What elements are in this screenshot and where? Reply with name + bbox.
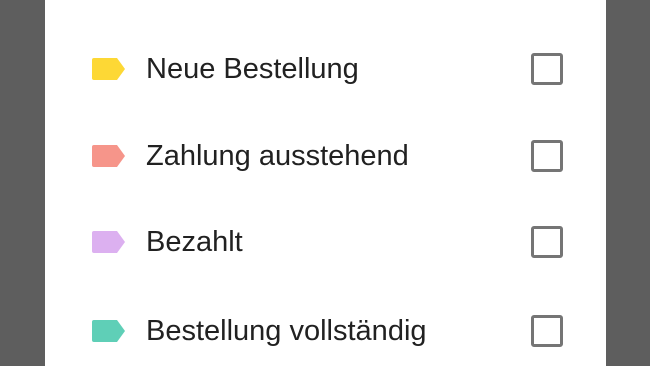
label-checkbox[interactable] bbox=[531, 315, 563, 347]
label-row-neue-bestellung[interactable]: Neue Bestellung bbox=[45, 39, 606, 99]
label-checkbox[interactable] bbox=[531, 53, 563, 85]
label-name: Bestellung vollständig bbox=[146, 315, 427, 347]
label-row-bestellung-vollstaendig[interactable]: Bestellung vollständig bbox=[45, 301, 606, 361]
label-name: Bezahlt bbox=[146, 226, 243, 258]
label-selection-dialog: Neue Bestellung Zahlung ausstehend Bezah… bbox=[45, 0, 606, 366]
label-checkbox[interactable] bbox=[531, 140, 563, 172]
label-tag-icon bbox=[92, 231, 125, 253]
label-tag-icon bbox=[92, 320, 125, 342]
label-name: Zahlung ausstehend bbox=[146, 140, 409, 172]
label-tag-icon bbox=[92, 58, 125, 80]
label-row-bezahlt[interactable]: Bezahlt bbox=[45, 212, 606, 272]
label-name: Neue Bestellung bbox=[146, 53, 359, 85]
label-row-zahlung-ausstehend[interactable]: Zahlung ausstehend bbox=[45, 126, 606, 186]
label-tag-icon bbox=[92, 145, 125, 167]
label-checkbox[interactable] bbox=[531, 226, 563, 258]
